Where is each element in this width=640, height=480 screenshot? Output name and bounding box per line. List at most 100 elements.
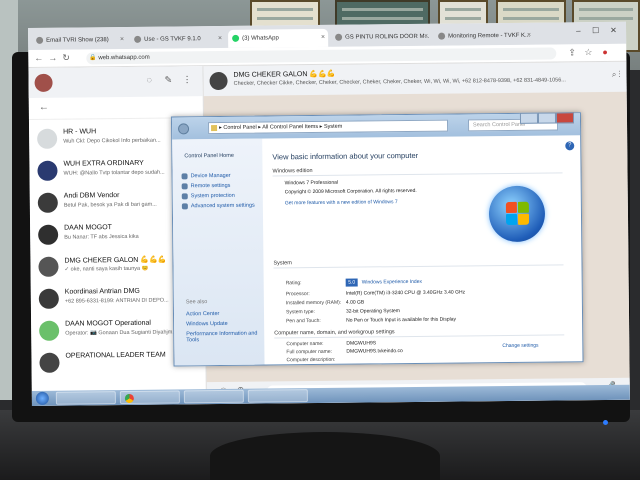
taskbar-item-window[interactable] <box>183 389 244 404</box>
window-buttons <box>519 112 576 125</box>
back-arrow-icon[interactable]: ← <box>39 102 49 113</box>
avatar <box>209 71 228 91</box>
new-chat-icon[interactable]: ✎ <box>164 74 172 85</box>
maximize-icon[interactable]: ☐ <box>592 26 599 35</box>
taskbar-item-explorer[interactable] <box>55 391 116 405</box>
taskbar-item-control-panel[interactable] <box>247 389 308 403</box>
full-name-value: DMGWUH9S.tvkeindo.co <box>346 348 403 355</box>
sidebar-item-system-protection[interactable]: System protection <box>181 193 235 200</box>
menu-icon[interactable]: ⋮ <box>182 74 191 85</box>
more-features-link[interactable]: Get more features with a new edition of … <box>285 199 398 206</box>
star-icon[interactable]: ☆ <box>584 47 592 58</box>
avatar <box>37 128 58 149</box>
folder-icon <box>211 125 218 132</box>
page-icon <box>134 35 142 43</box>
avatar <box>39 352 60 373</box>
back-icon[interactable] <box>178 123 190 135</box>
avatar <box>37 160 58 181</box>
see-also-label: See also <box>185 299 208 306</box>
avatar[interactable] <box>34 73 53 92</box>
windows-logo-icon <box>488 185 546 243</box>
processor-label: Processor: <box>285 291 310 298</box>
memory-label: Installed memory (RAM): <box>285 299 342 307</box>
close-icon[interactable]: × <box>527 27 531 45</box>
lock-icon: 🔒 <box>89 55 97 62</box>
change-settings-link[interactable]: Change settings <box>502 343 538 349</box>
whatsapp-header: ◌ ✎ ⋮ <box>28 66 203 98</box>
tab-monitoring-remote[interactable]: Monitoring Remote - TVKF K... × <box>434 26 535 46</box>
divider <box>272 172 563 177</box>
url-field[interactable]: 🔒 web.whatsapp.com <box>86 47 557 65</box>
control-panel-main: ? View basic information about your comp… <box>262 135 582 364</box>
avatar <box>37 192 58 213</box>
sidebar-item-device-manager[interactable]: Device Manager <box>181 173 231 180</box>
page-icon <box>335 33 343 41</box>
sidebar-item-action-center[interactable]: Action Center <box>186 311 258 317</box>
rating-score: 5.0 <box>345 278 358 287</box>
shield-icon <box>181 193 188 200</box>
sidebar-item-home[interactable]: Control Panel Home <box>184 153 234 160</box>
taskbar-item-chrome[interactable] <box>119 390 180 405</box>
shield-icon <box>181 203 188 210</box>
shield-icon <box>181 173 188 180</box>
memory-value: 4.00 GB <box>345 299 365 306</box>
monitor-stand <box>210 432 440 480</box>
start-button[interactable] <box>35 391 49 405</box>
profile-icon[interactable]: ● <box>602 47 608 57</box>
close-icon[interactable]: × <box>120 31 124 49</box>
close-icon[interactable]: × <box>424 28 428 46</box>
sidebar-item-performance[interactable]: Performance Information and Tools <box>186 331 258 344</box>
pen-touch-value: No Pen or Touch Input is available for t… <box>346 316 457 324</box>
conversation-header[interactable]: DMG CHEKER GALON 💪💪💪 Checker, Checker Ci… <box>203 61 627 97</box>
avatar <box>38 224 59 245</box>
nav-buttons <box>178 121 202 153</box>
section-title: Windows edition <box>272 168 313 175</box>
control-panel-sidebar: Control Panel Home Device Manager Remote… <box>172 138 265 366</box>
back-icon[interactable]: ← <box>34 53 43 63</box>
windows-edition: Windows 7 Professional <box>284 179 339 187</box>
page-title: View basic information about your comput… <box>272 150 419 162</box>
pen-touch-label: Pen and Touch: <box>286 317 321 325</box>
breadcrumb[interactable]: ▸ Control Panel ▸ All Control Panel Item… <box>207 119 449 135</box>
computer-name-label: Computer name: <box>286 340 324 348</box>
minimize-icon[interactable]: – <box>576 26 581 35</box>
tab-roling-door[interactable]: GS PINTU ROLING DOOR M... × <box>331 27 432 47</box>
close-icon[interactable] <box>555 112 575 124</box>
share-icon[interactable]: ⇪ <box>568 47 576 58</box>
sidebar-item-advanced-settings[interactable]: Advanced system settings <box>181 203 255 210</box>
processor-value: Intel(R) Core(TM) i3-3240 CPU @ 3.40GHz … <box>345 289 466 297</box>
rating-label: Rating: <box>285 280 302 287</box>
close-icon[interactable]: × <box>218 30 222 48</box>
minimize-icon[interactable] <box>519 112 539 124</box>
search-icon[interactable]: ⌕ ⋮ <box>612 70 621 80</box>
mail-icon <box>36 36 44 44</box>
divider <box>273 264 564 269</box>
sidebar-item-windows-update[interactable]: Windows Update <box>186 321 258 327</box>
forward-icon[interactable]: → <box>48 53 57 63</box>
reload-icon[interactable]: ↻ <box>62 53 70 64</box>
close-icon[interactable]: × <box>321 29 325 47</box>
full-name-label: Full computer name: <box>286 348 333 356</box>
page-icon <box>438 32 446 40</box>
description-label: Computer description: <box>286 356 336 364</box>
shield-icon <box>181 183 188 190</box>
experience-index-link[interactable]: Windows Experience Index <box>362 279 422 286</box>
copyright-text: Copyright © 2009 Microsoft Corporation. … <box>284 187 417 196</box>
whatsapp-icon <box>232 34 240 42</box>
section-title: Computer name, domain, and workgroup set… <box>274 329 395 337</box>
tab-whatsapp[interactable]: (3) WhatsApp × <box>228 28 329 48</box>
tab-email[interactable]: Email TVRI Show (238) × <box>32 30 128 50</box>
help-icon[interactable]: ? <box>565 141 575 151</box>
power-led-icon <box>603 420 608 425</box>
system-type-label: System type: <box>285 309 315 316</box>
monitor-screen: Email TVRI Show (238) × Use - GS TVKF 9.1… <box>28 21 630 406</box>
status-icon[interactable]: ◌ <box>146 75 151 85</box>
avatar <box>38 256 59 277</box>
control-panel-window: ▸ Control Panel ▸ All Control Panel Item… <box>170 112 584 367</box>
system-type-value: 32-bit Operating System <box>345 308 400 315</box>
tab-gs-tvkf[interactable]: Use - GS TVKF 9.1.0 × <box>130 29 226 49</box>
maximize-icon[interactable] <box>537 112 557 124</box>
section-title: System <box>273 260 292 267</box>
sidebar-item-remote-settings[interactable]: Remote settings <box>181 183 230 190</box>
close-window-icon[interactable]: ✕ <box>610 26 617 35</box>
